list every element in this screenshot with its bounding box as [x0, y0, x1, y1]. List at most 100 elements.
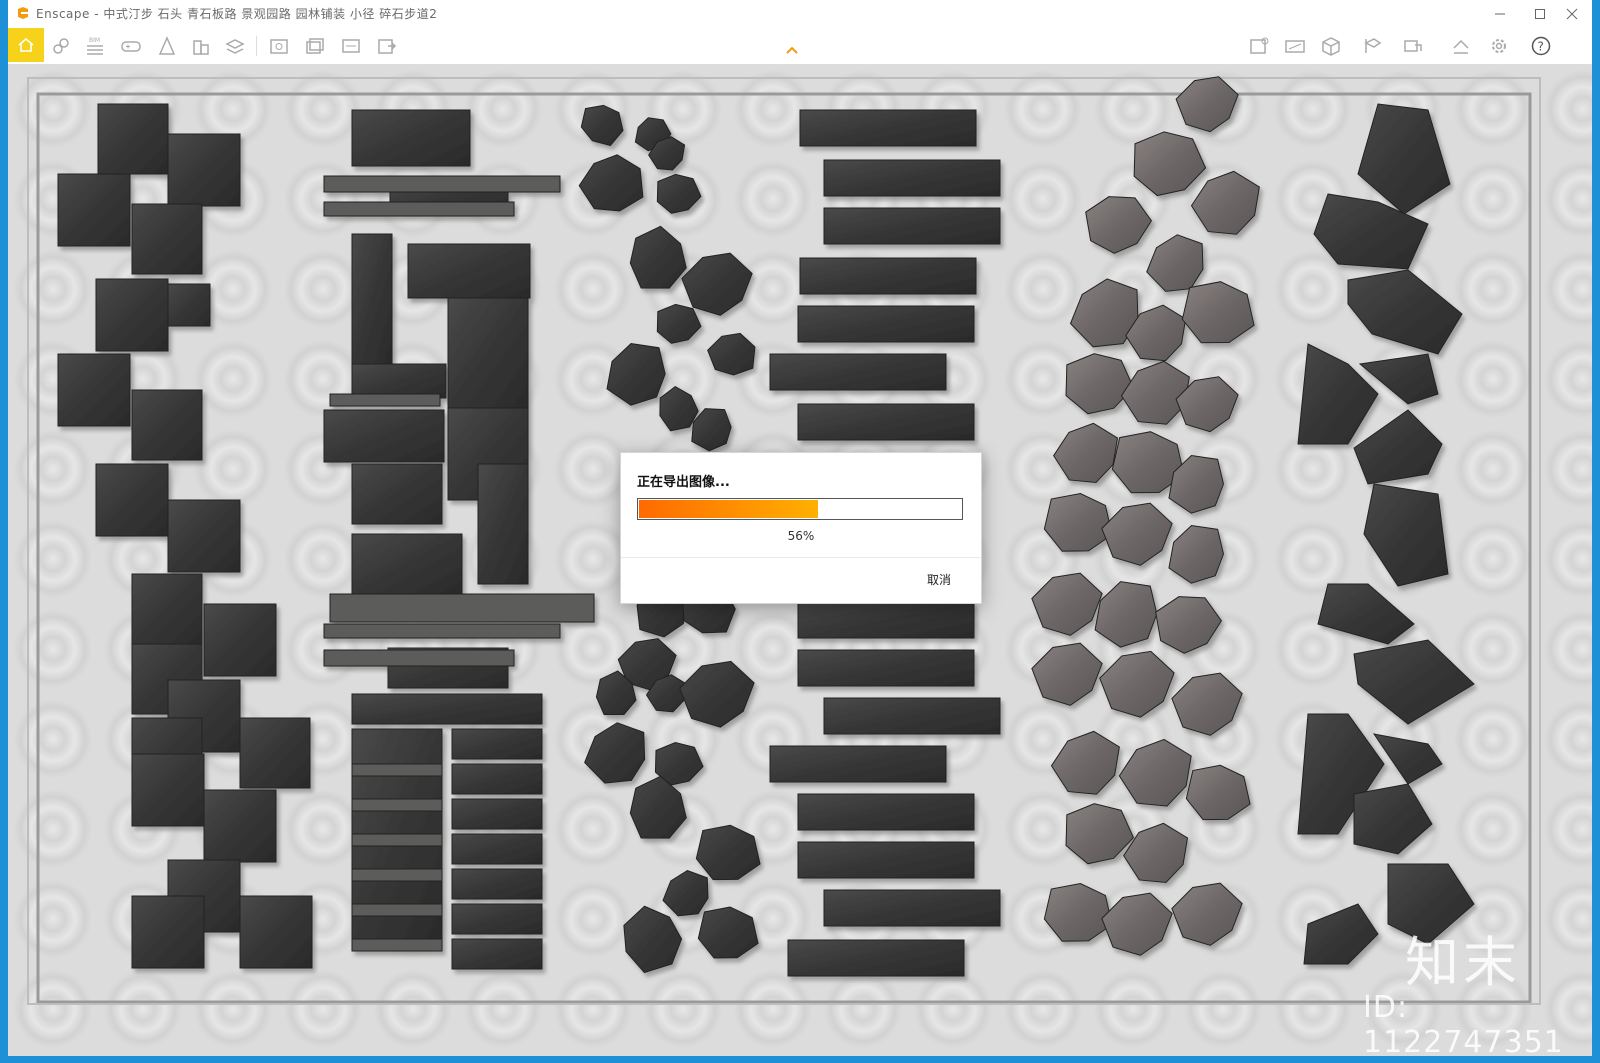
upload-button[interactable] — [1448, 34, 1474, 58]
paving-stone — [451, 728, 543, 760]
help-icon: ? — [1531, 36, 1551, 56]
video-editor-button[interactable] — [1360, 34, 1386, 58]
paving-stone — [451, 763, 543, 795]
layers-icon — [225, 39, 245, 54]
paving-stone — [769, 353, 947, 391]
watermark-logo: 知末 — [1405, 931, 1521, 994]
dialog-title: 正在导出图像... — [637, 475, 730, 490]
paving-stone — [451, 868, 543, 900]
sync-icon — [1404, 40, 1422, 52]
gamepad-icon — [121, 41, 141, 52]
batch-render-icon — [306, 38, 324, 54]
paving-stone — [323, 201, 515, 217]
paving-stone — [351, 363, 447, 399]
paving-stone — [823, 159, 1001, 197]
svg-text:?: ? — [1538, 40, 1544, 54]
bim-button[interactable]: BIM — [82, 34, 108, 58]
view-management-icon — [1250, 37, 1269, 54]
view-management-button[interactable] — [1246, 34, 1272, 58]
screenshot-button[interactable] — [266, 34, 292, 58]
screenshot-icon — [270, 39, 288, 54]
export-icon — [378, 39, 397, 54]
cancel-button[interactable]: 取消 — [927, 571, 951, 588]
paving-stone — [323, 175, 561, 193]
export-button[interactable] — [374, 34, 400, 58]
home-button[interactable] — [8, 28, 44, 62]
asset-library-button[interactable] — [154, 34, 180, 58]
paving-stone — [95, 278, 169, 352]
paving-stone — [477, 463, 529, 585]
title-bar: Enscape - 中式汀步 石头 青石板路 景观园路 园林铺装 小径 碎石步道… — [8, 0, 1592, 28]
paving-stone — [797, 841, 975, 879]
paving-stone — [239, 895, 313, 969]
paving-stone — [351, 868, 443, 882]
walk-mode-button[interactable] — [118, 34, 144, 58]
close-button[interactable] — [1552, 0, 1592, 28]
paving-stone — [787, 939, 965, 977]
paving-stone — [823, 207, 1001, 245]
settings-button[interactable] — [1486, 34, 1512, 58]
paving-stone — [797, 793, 975, 831]
paving-stone — [407, 243, 531, 299]
paving-stone — [451, 938, 543, 970]
package-icon — [1322, 37, 1340, 56]
paving-stone — [797, 305, 975, 343]
paving-stone — [451, 798, 543, 830]
export-progress-dialog: 正在导出图像... 56% 取消 — [620, 452, 982, 604]
panorama-render-button[interactable] — [338, 34, 364, 58]
maximize-icon — [1535, 9, 1545, 19]
paving-stone — [167, 499, 241, 573]
paving-stone — [351, 763, 443, 777]
paving-stone — [823, 889, 1001, 927]
home-icon — [18, 37, 34, 52]
asset-icon — [158, 36, 176, 55]
paving-stone — [329, 593, 595, 623]
paving-stone — [351, 693, 543, 725]
batch-render-button[interactable] — [302, 34, 328, 58]
progress-percent: 56% — [787, 529, 815, 543]
paving-stone — [131, 895, 205, 969]
package-button[interactable] — [1318, 34, 1344, 58]
paving-stone — [351, 938, 443, 952]
panorama-button[interactable] — [1282, 34, 1308, 58]
layers-button[interactable] — [222, 34, 248, 58]
paving-stone — [351, 533, 463, 595]
video-icon — [1364, 38, 1382, 53]
paving-stone — [131, 573, 203, 645]
window-title: Enscape - 中式汀步 石头 青石板路 景观园路 园林铺装 小径 碎石步道… — [36, 7, 438, 21]
paving-stone — [799, 109, 977, 147]
paving-stone — [95, 463, 169, 537]
app-window: Enscape - 中式汀步 石头 青石板路 景观园路 园林铺装 小径 碎石步道… — [0, 0, 1600, 1063]
paving-stone — [797, 601, 975, 639]
paving-stone — [823, 697, 1001, 735]
paving-stone — [203, 603, 277, 677]
panorama-icon — [1285, 40, 1305, 53]
chevron-up-icon[interactable] — [784, 44, 800, 56]
progress-fill — [639, 500, 819, 518]
help-button[interactable]: ? — [1528, 34, 1554, 58]
paving-stone — [323, 649, 515, 667]
paving-stone — [97, 103, 169, 175]
paving-stone — [323, 409, 445, 463]
paving-stone — [131, 389, 203, 461]
settings-icon — [1492, 39, 1506, 53]
paving-stone — [57, 353, 131, 427]
paving-stone — [351, 233, 393, 365]
toolbar-divider — [256, 36, 257, 56]
paving-stone — [323, 623, 561, 639]
paving-stone — [799, 257, 977, 295]
sync-button[interactable] — [1400, 34, 1426, 58]
building-button[interactable] — [188, 34, 214, 58]
paving-stone — [451, 833, 543, 865]
close-icon — [1566, 8, 1578, 20]
toolbar: BIM ? — [8, 28, 1592, 65]
link-button[interactable] — [48, 34, 74, 58]
watermark-id: ID: 1122747351 — [1363, 990, 1564, 1060]
paving-stone — [167, 133, 241, 207]
progress-bar — [637, 498, 963, 520]
paving-stone — [203, 789, 277, 863]
svg-text:BIM: BIM — [89, 37, 100, 44]
minimize-button[interactable] — [1480, 0, 1520, 28]
paving-stone — [351, 109, 471, 167]
building-icon — [193, 40, 209, 55]
